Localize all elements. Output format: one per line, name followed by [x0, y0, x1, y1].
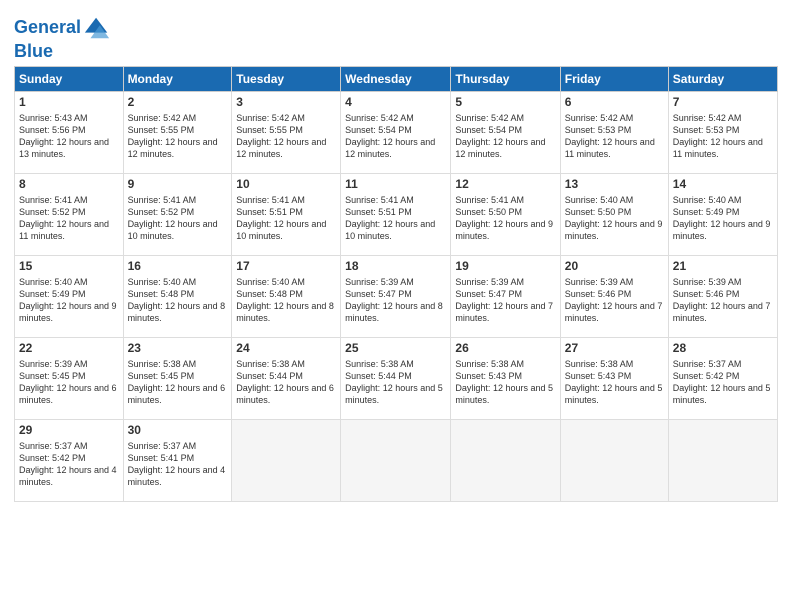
weekday-header-saturday: Saturday — [668, 67, 777, 92]
calendar-day-20: 20Sunrise: 5:39 AMSunset: 5:46 PMDayligh… — [560, 256, 668, 338]
calendar-day-5: 5Sunrise: 5:42 AMSunset: 5:54 PMDaylight… — [451, 92, 560, 174]
calendar-day-30: 30Sunrise: 5:37 AMSunset: 5:41 PMDayligh… — [123, 420, 232, 502]
header: General Blue — [14, 10, 778, 60]
logo-text: General — [14, 18, 81, 38]
calendar-day-27: 27Sunrise: 5:38 AMSunset: 5:43 PMDayligh… — [560, 338, 668, 420]
calendar-day-15: 15Sunrise: 5:40 AMSunset: 5:49 PMDayligh… — [15, 256, 124, 338]
calendar-day-empty — [668, 420, 777, 502]
calendar-day-empty — [451, 420, 560, 502]
calendar-day-19: 19Sunrise: 5:39 AMSunset: 5:47 PMDayligh… — [451, 256, 560, 338]
calendar-day-29: 29Sunrise: 5:37 AMSunset: 5:42 PMDayligh… — [15, 420, 124, 502]
calendar-week-5: 29Sunrise: 5:37 AMSunset: 5:42 PMDayligh… — [15, 420, 778, 502]
calendar-week-4: 22Sunrise: 5:39 AMSunset: 5:45 PMDayligh… — [15, 338, 778, 420]
calendar-day-28: 28Sunrise: 5:37 AMSunset: 5:42 PMDayligh… — [668, 338, 777, 420]
calendar-day-empty — [341, 420, 451, 502]
calendar-week-1: 1Sunrise: 5:43 AMSunset: 5:56 PMDaylight… — [15, 92, 778, 174]
weekday-header-wednesday: Wednesday — [341, 67, 451, 92]
weekday-header-friday: Friday — [560, 67, 668, 92]
calendar-day-empty — [560, 420, 668, 502]
calendar-day-16: 16Sunrise: 5:40 AMSunset: 5:48 PMDayligh… — [123, 256, 232, 338]
calendar-day-11: 11Sunrise: 5:41 AMSunset: 5:51 PMDayligh… — [341, 174, 451, 256]
calendar-day-9: 9Sunrise: 5:41 AMSunset: 5:52 PMDaylight… — [123, 174, 232, 256]
weekday-header-tuesday: Tuesday — [232, 67, 341, 92]
calendar-day-1: 1Sunrise: 5:43 AMSunset: 5:56 PMDaylight… — [15, 92, 124, 174]
calendar-day-18: 18Sunrise: 5:39 AMSunset: 5:47 PMDayligh… — [341, 256, 451, 338]
calendar-day-17: 17Sunrise: 5:40 AMSunset: 5:48 PMDayligh… — [232, 256, 341, 338]
weekday-header-sunday: Sunday — [15, 67, 124, 92]
calendar-day-2: 2Sunrise: 5:42 AMSunset: 5:55 PMDaylight… — [123, 92, 232, 174]
calendar-day-12: 12Sunrise: 5:41 AMSunset: 5:50 PMDayligh… — [451, 174, 560, 256]
calendar-day-22: 22Sunrise: 5:39 AMSunset: 5:45 PMDayligh… — [15, 338, 124, 420]
calendar-day-10: 10Sunrise: 5:41 AMSunset: 5:51 PMDayligh… — [232, 174, 341, 256]
calendar-day-26: 26Sunrise: 5:38 AMSunset: 5:43 PMDayligh… — [451, 338, 560, 420]
calendar-week-3: 15Sunrise: 5:40 AMSunset: 5:49 PMDayligh… — [15, 256, 778, 338]
logo: General Blue — [14, 14, 111, 60]
logo-icon — [83, 14, 111, 42]
calendar-day-6: 6Sunrise: 5:42 AMSunset: 5:53 PMDaylight… — [560, 92, 668, 174]
calendar-day-25: 25Sunrise: 5:38 AMSunset: 5:44 PMDayligh… — [341, 338, 451, 420]
calendar-day-3: 3Sunrise: 5:42 AMSunset: 5:55 PMDaylight… — [232, 92, 341, 174]
calendar-day-21: 21Sunrise: 5:39 AMSunset: 5:46 PMDayligh… — [668, 256, 777, 338]
logo-blue: Blue — [14, 42, 111, 60]
calendar-day-7: 7Sunrise: 5:42 AMSunset: 5:53 PMDaylight… — [668, 92, 777, 174]
calendar-day-24: 24Sunrise: 5:38 AMSunset: 5:44 PMDayligh… — [232, 338, 341, 420]
calendar-day-23: 23Sunrise: 5:38 AMSunset: 5:45 PMDayligh… — [123, 338, 232, 420]
calendar-week-2: 8Sunrise: 5:41 AMSunset: 5:52 PMDaylight… — [15, 174, 778, 256]
calendar-day-empty — [232, 420, 341, 502]
page-container: General Blue SundayMondayTuesdayWednesda… — [0, 0, 792, 512]
weekday-header-row: SundayMondayTuesdayWednesdayThursdayFrid… — [15, 67, 778, 92]
calendar-table: SundayMondayTuesdayWednesdayThursdayFrid… — [14, 66, 778, 502]
calendar-day-8: 8Sunrise: 5:41 AMSunset: 5:52 PMDaylight… — [15, 174, 124, 256]
weekday-header-thursday: Thursday — [451, 67, 560, 92]
calendar-day-4: 4Sunrise: 5:42 AMSunset: 5:54 PMDaylight… — [341, 92, 451, 174]
calendar-day-14: 14Sunrise: 5:40 AMSunset: 5:49 PMDayligh… — [668, 174, 777, 256]
calendar-day-13: 13Sunrise: 5:40 AMSunset: 5:50 PMDayligh… — [560, 174, 668, 256]
weekday-header-monday: Monday — [123, 67, 232, 92]
